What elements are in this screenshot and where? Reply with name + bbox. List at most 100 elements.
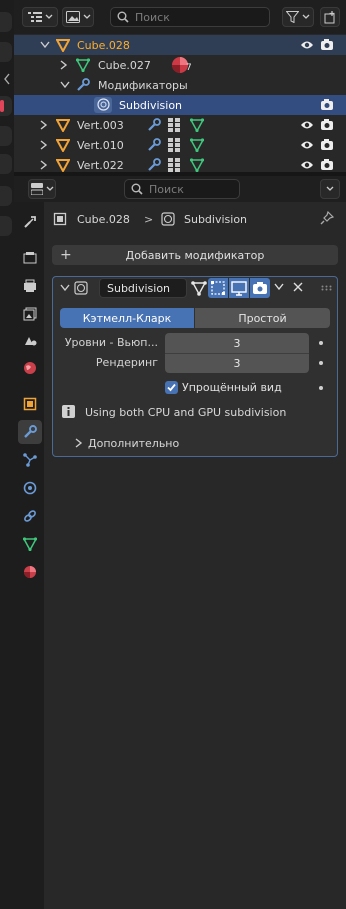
wrench-icon: [147, 158, 161, 172]
object-name[interactable]: Cube.028: [77, 39, 130, 52]
modifier-name-field[interactable]: Subdivision: [99, 278, 187, 298]
editor-type-dropdown[interactable]: [28, 179, 56, 199]
tab-render[interactable]: [18, 246, 42, 270]
viewport-toggle[interactable]: [229, 278, 249, 298]
outliner-row-cube027[interactable]: Cube.027 7: [14, 55, 346, 75]
properties-search-input[interactable]: [149, 182, 239, 196]
camera-icon[interactable]: [320, 38, 334, 51]
subdivision-label[interactable]: Subdivision: [119, 99, 182, 112]
tab-world[interactable]: [18, 356, 42, 380]
chevron-right-icon[interactable]: [40, 120, 48, 130]
tab-tool[interactable]: [18, 210, 42, 234]
expand-arrow-icon[interactable]: [2, 72, 12, 86]
advanced-section-label[interactable]: Дополнительно: [88, 437, 179, 450]
keyframe-dot[interactable]: [319, 361, 323, 365]
mesh-data-icon: [76, 58, 90, 72]
viewport-edge-button[interactable]: [0, 154, 12, 174]
camera-icon[interactable]: [320, 158, 334, 171]
eye-icon[interactable]: [300, 159, 314, 171]
levels-viewport-field[interactable]: 3: [165, 333, 309, 353]
outliner-row-subdivision[interactable]: Subdivision: [14, 95, 346, 115]
filter-dropdown[interactable]: [282, 7, 314, 27]
object-name[interactable]: Vert.022: [77, 159, 124, 172]
subdivision-icon: [161, 212, 175, 226]
area-divider[interactable]: [14, 172, 346, 176]
viewport-edge: [0, 0, 14, 909]
filter-type-dropdown[interactable]: [62, 7, 94, 27]
chevron-right-icon[interactable]: [40, 160, 48, 170]
method-simple[interactable]: Простой: [195, 308, 330, 328]
tab-view-layer[interactable]: [18, 302, 42, 326]
on-cage-icon[interactable]: [191, 280, 207, 296]
tab-constraints[interactable]: [18, 504, 42, 528]
modifiers-label[interactable]: Модификаторы: [98, 79, 188, 92]
chevron-down-icon[interactable]: [60, 81, 70, 89]
search-icon: [131, 183, 143, 195]
output-icon: [23, 279, 37, 293]
render-levels-field[interactable]: 3: [165, 353, 309, 373]
modifier-name: Subdivision: [107, 281, 171, 295]
tab-output[interactable]: [18, 274, 42, 298]
chevron-down-icon[interactable]: [40, 41, 50, 49]
pin-icon[interactable]: [320, 211, 334, 225]
outliner-row-modifiers[interactable]: Модификаторы: [14, 75, 346, 95]
properties-search[interactable]: [124, 179, 240, 199]
object-name[interactable]: Vert.010: [77, 139, 124, 152]
chevron-right-icon[interactable]: [60, 60, 68, 70]
render-levels-label: Рендеринг: [95, 356, 158, 369]
outliner-row-vert003[interactable]: Vert.003: [14, 115, 346, 135]
tab-physics[interactable]: [18, 476, 42, 500]
new-collection-button[interactable]: [320, 7, 340, 27]
method-catmull-clark[interactable]: Кэтмелл-Кларк: [60, 308, 194, 328]
viewport-edge-button[interactable]: [0, 12, 12, 32]
add-modifier-button[interactable]: + Добавить модификатор: [52, 245, 338, 265]
wrench-icon: [23, 425, 37, 439]
camera-icon[interactable]: [320, 118, 334, 131]
viewport-edge-button[interactable]: [0, 216, 12, 236]
viewport-edge-button[interactable]: [0, 42, 12, 62]
chevron-down-icon: [302, 14, 310, 20]
eye-icon[interactable]: [300, 39, 314, 51]
viewport-edge-button[interactable]: [0, 126, 12, 146]
wrench-icon: [147, 118, 161, 132]
edit-mode-toggle[interactable]: [208, 278, 228, 298]
add-modifier-label: Добавить модификатор: [125, 248, 265, 262]
chevron-down-icon[interactable]: [274, 283, 284, 291]
camera-icon[interactable]: [320, 98, 334, 111]
collapse-chevron-icon[interactable]: [60, 284, 70, 292]
render-toggle[interactable]: [250, 278, 270, 298]
close-icon[interactable]: [293, 282, 303, 292]
object-name[interactable]: Vert.003: [77, 119, 124, 132]
drag-handle-icon[interactable]: [321, 285, 333, 291]
options-dropdown[interactable]: [320, 179, 340, 199]
chevron-right-icon[interactable]: [75, 438, 83, 448]
tab-scene[interactable]: [18, 328, 42, 352]
tab-material[interactable]: [18, 560, 42, 584]
eye-icon[interactable]: [300, 139, 314, 151]
mesh-object-icon: [56, 138, 70, 152]
tab-modifiers[interactable]: [18, 420, 42, 444]
tool-icon: [23, 215, 37, 229]
tab-data[interactable]: [18, 532, 42, 556]
outliner-row-cube028[interactable]: Cube.028: [14, 35, 346, 55]
mesh-object-icon: [56, 118, 70, 132]
tab-object[interactable]: [18, 392, 42, 416]
viewport-edge-button[interactable]: [0, 186, 12, 206]
material-icon: [23, 565, 37, 579]
outliner-search[interactable]: [110, 7, 270, 27]
camera-icon[interactable]: [320, 138, 334, 151]
outliner-row-vert010[interactable]: Vert.010: [14, 135, 346, 155]
new-collection-icon: [324, 10, 337, 24]
optimal-display-checkbox[interactable]: [165, 381, 178, 394]
chevron-down-icon: [326, 186, 334, 192]
outliner-search-input[interactable]: [135, 10, 269, 24]
keyframe-dot[interactable]: [319, 386, 323, 390]
chevron-right-icon[interactable]: [40, 140, 48, 150]
data-icon: [23, 537, 37, 551]
mesh-name[interactable]: Cube.027: [98, 59, 151, 72]
display-mode-dropdown[interactable]: [22, 7, 58, 27]
keyframe-dot[interactable]: [319, 341, 323, 345]
tab-particles[interactable]: [18, 448, 42, 472]
viewport-edge-button[interactable]: [0, 96, 12, 116]
eye-icon[interactable]: [300, 119, 314, 131]
